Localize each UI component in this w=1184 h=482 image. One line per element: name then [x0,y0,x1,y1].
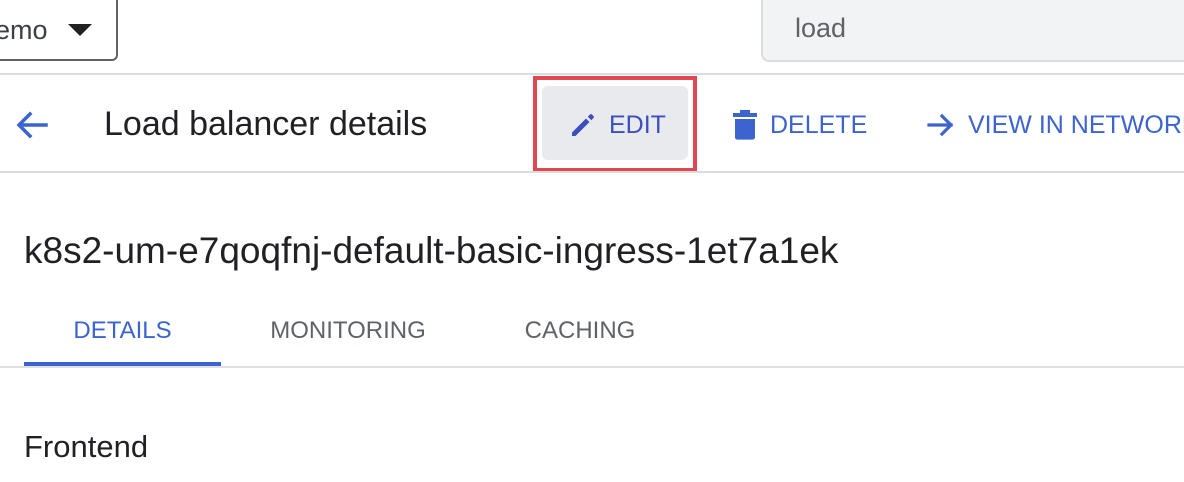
search-box[interactable] [761,0,1184,62]
caret-down-icon [68,24,92,36]
tab-monitoring[interactable]: MONITORING [252,316,444,360]
resource-name: k8s2-um-e7qoqfnj-default-basic-ingress-1… [24,230,839,271]
delete-button[interactable]: DELETE [730,98,870,152]
delete-button-label: DELETE [770,111,868,139]
view-in-network-button-label: VIEW IN NETWORK [968,111,1184,139]
tab-details[interactable]: DETAILS [24,316,221,360]
highlight-frame [533,76,697,172]
search-input[interactable] [795,10,1175,46]
page-title: Load balancer details [104,105,428,143]
page: emo Load balancer details EDIT DELETE VI… [0,0,1184,482]
view-in-network-button[interactable]: VIEW IN NETWORK [926,98,1184,152]
project-selector-label: emo [0,15,48,45]
arrow-back-icon [16,111,48,139]
section-heading-frontend: Frontend [24,429,149,464]
trash-icon [733,110,757,140]
arrow-forward-icon [927,113,954,137]
project-selector[interactable]: emo [0,0,118,61]
back-button[interactable] [10,105,54,145]
tabs-divider [0,366,1184,368]
header-divider [0,73,1184,75]
tab-caching[interactable]: CACHING [500,316,660,360]
action-bar-divider [0,171,1184,173]
